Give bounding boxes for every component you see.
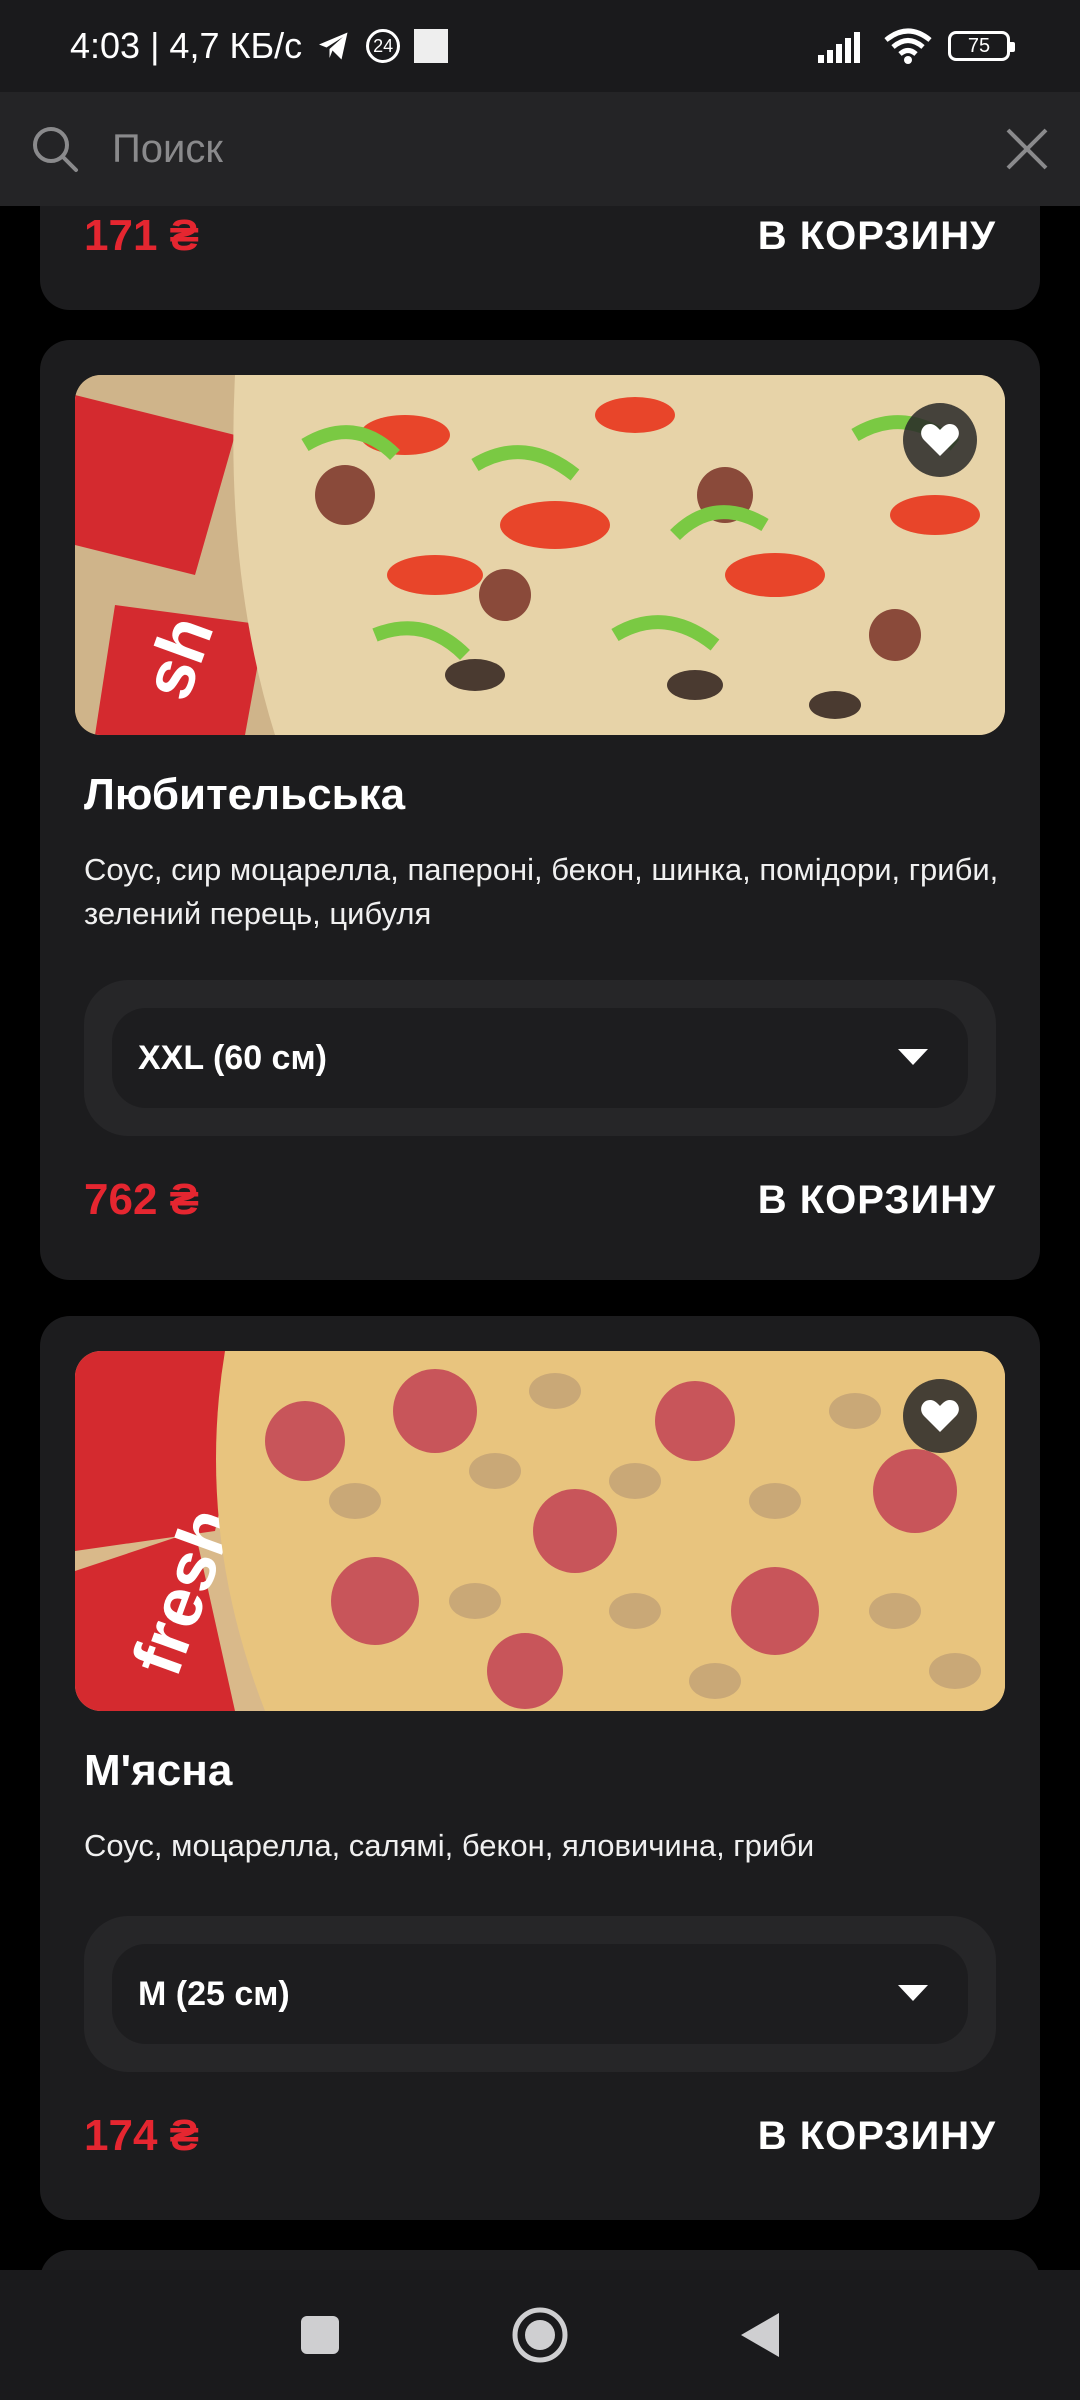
add-to-cart-button[interactable]: В КОРЗИНУ — [758, 214, 996, 259]
product-card: sh Любительська Соус, сир моцарелла, пап… — [40, 340, 1040, 1280]
pizza-image: fresh — [75, 1351, 1005, 1711]
search-icon[interactable] — [30, 124, 80, 174]
dropdown-arrow-icon — [898, 1985, 928, 2001]
pizza-image: sh — [75, 375, 1005, 735]
telegram-icon — [319, 32, 348, 60]
status-bar: 4:03 | 4,7 КБ/с 24 75 — [0, 0, 1080, 92]
product-list[interactable]: 171 ₴ В КОРЗИНУ sh Любительська Соус, си… — [0, 206, 1080, 2270]
size-select-wrapper: M (25 см) — [84, 1916, 996, 2072]
price: 174 ₴ — [84, 2111, 199, 2160]
size-select-wrapper: XXL (60 см) — [84, 980, 996, 1136]
dropdown-arrow-icon — [898, 1049, 928, 1065]
product-image[interactable]: fresh — [75, 1351, 1005, 1711]
product-description: Соус, сир моцарелла, папероні, бекон, ши… — [84, 852, 999, 931]
product-title: Любительська — [84, 770, 406, 819]
add-to-cart-button[interactable]: В КОРЗИНУ — [758, 2114, 996, 2159]
back-icon[interactable] — [739, 2311, 781, 2359]
recent-apps-icon[interactable] — [299, 2314, 341, 2356]
heart-icon — [921, 424, 959, 456]
home-icon[interactable] — [511, 2306, 569, 2364]
product-card-partial — [40, 2250, 1040, 2270]
add-to-cart-button[interactable]: В КОРЗИНУ — [758, 1178, 996, 1223]
price: 171 ₴ — [84, 211, 199, 260]
favorite-button[interactable] — [903, 403, 977, 477]
signal-icon — [818, 32, 860, 63]
status-time: 4:03 | 4,7 КБ/с — [70, 25, 303, 66]
heart-icon — [921, 1400, 959, 1432]
search-input[interactable] — [110, 125, 1004, 173]
product-description: Соус, моцарелла, салямі, бекон, яловичин… — [84, 1828, 815, 1863]
size-select[interactable]: XXL (60 см) — [112, 1008, 968, 1108]
price-row: 171 ₴ В КОРЗИНУ — [84, 206, 996, 266]
product-image[interactable]: sh — [75, 375, 1005, 735]
navigation-bar — [0, 2270, 1080, 2400]
status-left: 4:03 | 4,7 КБ/с 24 — [70, 25, 449, 67]
status-right: 75 — [818, 28, 1015, 64]
close-icon[interactable] — [1004, 126, 1050, 172]
size-value: XXL (60 см) — [138, 1038, 327, 1077]
notification-badge-icon: 24 — [366, 29, 401, 63]
size-select[interactable]: M (25 см) — [112, 1944, 968, 2044]
product-card: fresh М'ясна Соус, моцарелла, салямі, бе… — [40, 1316, 1040, 2220]
app-icon — [414, 29, 449, 63]
price-row: 174 ₴ В КОРЗИНУ — [84, 2106, 996, 2166]
wifi-icon — [884, 28, 932, 64]
product-title: М'ясна — [84, 1746, 233, 1795]
battery-level: 75 — [967, 34, 991, 57]
price: 762 ₴ — [84, 1175, 199, 1224]
size-value: M (25 см) — [138, 1974, 290, 2013]
search-bar — [0, 92, 1080, 206]
battery-icon: 75 — [948, 31, 1015, 61]
price-row: 762 ₴ В КОРЗИНУ — [84, 1170, 996, 1230]
favorite-button[interactable] — [903, 1379, 977, 1453]
product-card-partial: 171 ₴ В КОРЗИНУ — [40, 206, 1040, 310]
